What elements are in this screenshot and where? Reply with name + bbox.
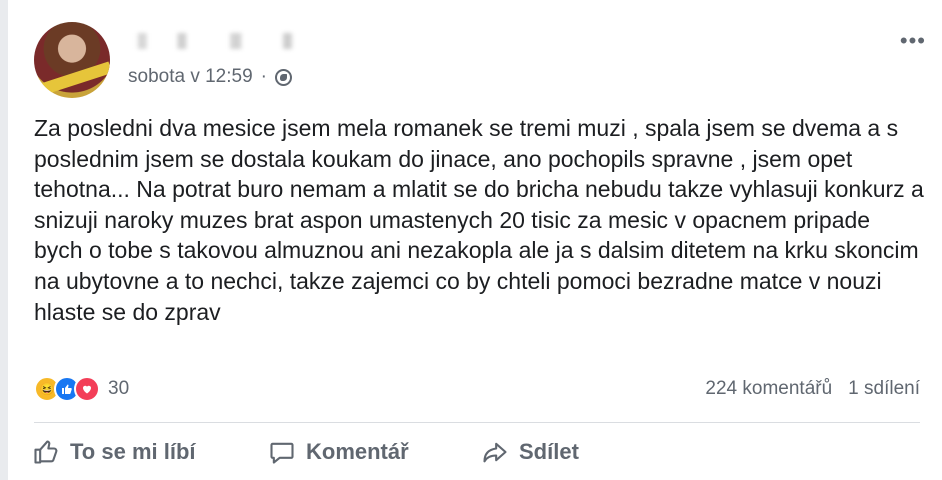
share-arrow-icon [481,438,509,466]
avatar-band [41,61,110,95]
comment-button[interactable]: Komentář [268,438,409,466]
globe-icon[interactable] [274,68,292,86]
actions-divider [34,422,920,423]
meta-separator: · [260,66,267,87]
shares-count[interactable]: 1 sdílení [848,378,920,400]
post-actions-bar: To se mi líbí Komentář Sdílet [0,432,942,476]
share-button[interactable]: Sdílet [481,438,579,466]
like-button[interactable]: To se mi líbí [32,438,196,466]
reactions-summary[interactable]: 😆 30 [34,376,129,402]
thumbs-up-icon [32,438,60,466]
post-card: sobota v 12:59 · ••• Za posledni dva mes… [0,0,942,480]
love-icon [74,376,100,402]
like-label: To se mi líbí [70,439,196,464]
post-body: Za posledni dva mesice jsem mela romanek… [34,115,924,325]
author-avatar[interactable] [34,22,110,98]
comment-icon [268,438,296,466]
reactions-count: 30 [108,378,130,399]
comment-label: Komentář [306,439,409,464]
page-edge [0,0,8,480]
author-name-blurred[interactable] [128,33,348,49]
more-options-icon[interactable]: ••• [900,30,926,52]
post-timestamp[interactable]: sobota v 12:59 [128,66,253,88]
comments-count[interactable]: 224 komentářů [705,378,832,400]
post-meta: sobota v 12:59 · [128,66,292,88]
post-stats: 224 komentářů 1 sdílení [705,378,920,400]
share-label: Sdílet [519,439,579,464]
